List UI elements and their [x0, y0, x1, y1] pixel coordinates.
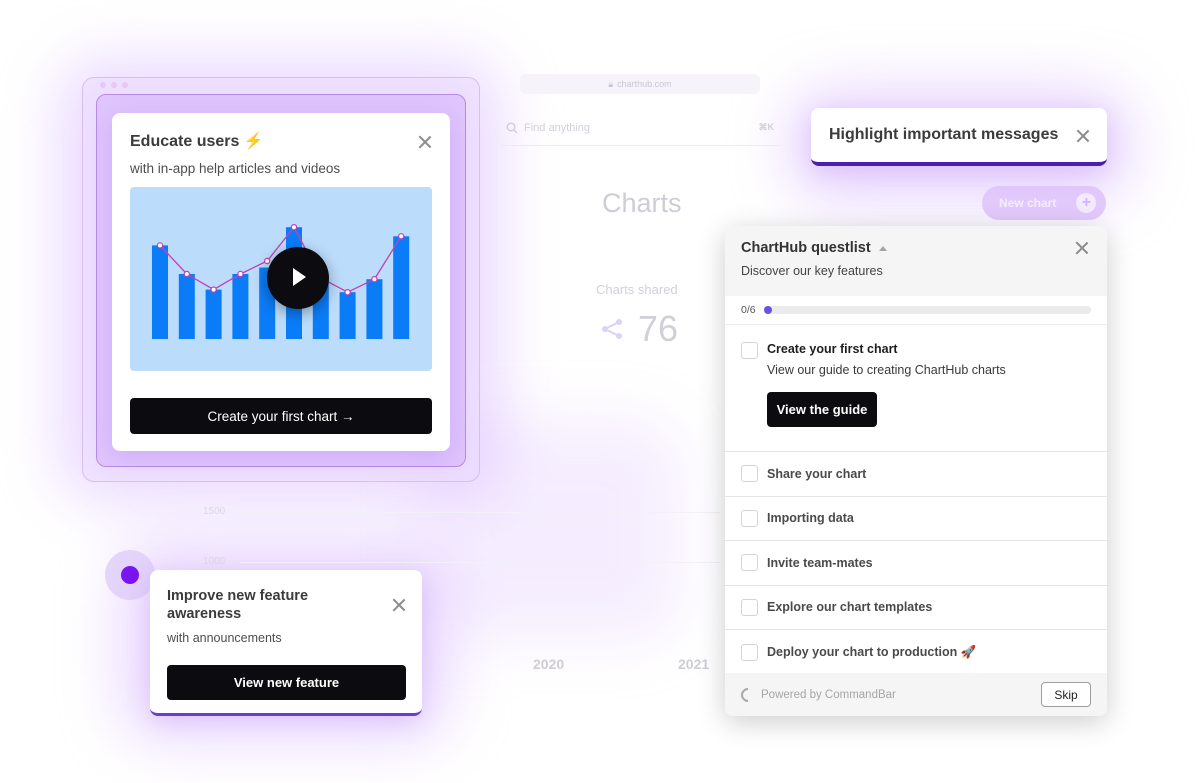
progress-bar	[763, 306, 1091, 314]
new-chart-button[interactable]: New chart +	[982, 186, 1106, 220]
video-chart-point	[210, 286, 217, 293]
video-chart-point	[183, 270, 191, 278]
video-chart-point	[237, 270, 244, 278]
quest-item-label: Deploy your chart to production 🚀	[767, 644, 977, 659]
page-title: Charts	[602, 188, 682, 218]
video-chart-point	[344, 288, 351, 296]
gridline	[240, 512, 720, 513]
url-text: charthub.com	[617, 79, 672, 89]
video-chart-bar	[205, 289, 222, 339]
video-chart-bar	[366, 279, 383, 339]
questlist-title[interactable]: ChartHub questlist	[741, 240, 1091, 256]
video-chart-bar	[339, 292, 356, 339]
questlist-subtitle: Discover our key features	[741, 264, 883, 278]
view-guide-button[interactable]: View the guide	[767, 392, 877, 427]
quest-item-description: View our guide to creating ChartHub char…	[767, 363, 1006, 377]
play-icon[interactable]	[267, 247, 329, 309]
video-chart-point	[290, 224, 298, 231]
questlist-panel: ChartHub questlist Discover our key feat…	[725, 226, 1107, 716]
skip-button[interactable]: Skip	[1041, 682, 1091, 707]
stat-label: Charts shared	[596, 282, 678, 297]
quest-item[interactable]: Importing data	[725, 497, 1107, 541]
quest-item[interactable]: Share your chart	[725, 452, 1107, 497]
announcement-card: Improve new feature awareness with annou…	[150, 570, 422, 716]
checkbox[interactable]	[741, 598, 758, 616]
year-label: 2021	[678, 656, 710, 672]
url-bar: 🔒︎ charthub.com	[520, 74, 760, 94]
search-input[interactable]: Find anything ⌘K	[500, 110, 780, 146]
questlist-header: ChartHub questlist Discover our key feat…	[725, 226, 1107, 296]
quest-item-label: Invite team-mates	[767, 555, 873, 570]
commandbar-logo-icon	[738, 684, 758, 705]
create-first-chart-button[interactable]: Create your first chart →	[130, 398, 432, 434]
lock-icon: 🔒︎	[608, 78, 614, 89]
video-chart-point	[371, 275, 378, 283]
close-icon[interactable]	[418, 135, 432, 149]
close-icon[interactable]	[1076, 129, 1090, 143]
video-thumbnail[interactable]	[130, 187, 432, 371]
share-icon	[602, 319, 622, 339]
video-chart-point	[156, 242, 164, 249]
video-chart-point	[263, 257, 271, 265]
educate-subtitle: with in-app help articles and videos	[130, 161, 341, 176]
questlist-footer: Powered by CommandBar Skip	[725, 673, 1107, 716]
hotspot-beacon[interactable]	[121, 566, 139, 584]
quest-item[interactable]: Invite team-mates	[725, 541, 1107, 586]
quest-item-label: Importing data	[767, 511, 854, 526]
stat-widget: 76	[600, 308, 678, 350]
search-icon	[506, 122, 518, 133]
educate-title: Educate users ⚡	[130, 133, 264, 150]
quest-item-label: Explore our chart templates	[767, 600, 933, 615]
highlight-card: Highlight important messages	[811, 108, 1107, 166]
video-chart-bar	[393, 236, 410, 339]
progress-fill	[763, 306, 772, 314]
checkbox[interactable]	[741, 643, 758, 661]
checkbox[interactable]	[741, 342, 758, 359]
axis-label: 1500	[203, 506, 226, 517]
close-icon[interactable]	[392, 598, 406, 612]
year-label: 2020	[533, 656, 565, 672]
lightning-icon: ⚡	[243, 133, 264, 150]
video-chart-point	[398, 233, 405, 240]
checkbox[interactable]	[741, 465, 758, 483]
highlight-title: Highlight important messages	[829, 126, 1059, 143]
gridline	[240, 562, 720, 563]
view-new-feature-button[interactable]: View new feature	[167, 665, 406, 700]
video-chart-bar	[232, 274, 249, 339]
close-icon[interactable]	[1075, 241, 1089, 255]
progress-label: 0/6	[741, 304, 756, 316]
quest-item[interactable]: Deploy your chart to production 🚀	[725, 630, 1107, 675]
search-placeholder: Find anything	[524, 121, 591, 134]
stat-value: 76	[638, 308, 679, 349]
video-chart-bar	[178, 274, 195, 339]
window-controls	[100, 82, 128, 88]
quest-item-label: Share your chart	[767, 466, 867, 481]
educate-card: Educate users ⚡ with in-app help article…	[112, 113, 450, 451]
quest-item-label: Create your first chart	[767, 342, 898, 356]
new-chart-label: New chart	[999, 196, 1057, 210]
axis-label: 1000	[203, 556, 226, 567]
plus-icon: +	[1076, 193, 1097, 213]
announcement-subtitle: with announcements	[167, 631, 282, 645]
collapse-caret-icon[interactable]	[878, 245, 887, 251]
video-chart-bar	[152, 245, 168, 339]
questlist-progress: 0/6	[725, 296, 1107, 325]
powered-by-text[interactable]: Powered by CommandBar	[761, 689, 896, 701]
quest-item[interactable]: Explore our chart templates	[725, 586, 1107, 630]
search-shortcut: ⌘K	[758, 122, 775, 132]
quest-item[interactable]: Create your first chart View our guide t…	[725, 325, 1107, 452]
announcement-title: Improve new feature awareness	[167, 588, 309, 622]
checkbox[interactable]	[741, 509, 758, 527]
checkbox[interactable]	[741, 554, 758, 572]
